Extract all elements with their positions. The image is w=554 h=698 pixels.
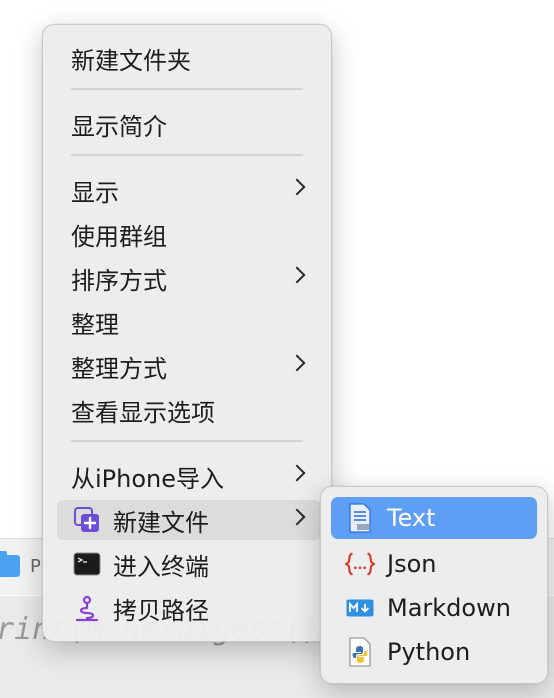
path-icon [71,592,103,624]
menu-separator [71,88,303,90]
submenu-item-text[interactable]: Text [331,497,537,539]
menu-item-sort-by[interactable]: 排序方式 [57,258,321,298]
chevron-right-icon [288,464,306,482]
folder-icon [0,551,20,577]
menu-item-label: 使用群组 [71,222,167,251]
submenu-item-markdown[interactable]: Markdown [331,587,537,629]
menu-separator [71,440,303,442]
menu-item-label: 查看显示选项 [71,398,215,427]
chevron-right-icon [288,178,306,196]
menu-item-open-terminal[interactable]: 进入终端 [57,544,321,584]
menu-item-import-from-iphone[interactable]: 从iPhone导入 [57,456,321,496]
menu-item-view-options[interactable]: 查看显示选项 [57,390,321,430]
submenu-item-label: Python [387,638,471,666]
menu-item-label: 进入终端 [113,552,209,581]
text-file-icon [345,502,375,534]
terminal-icon [71,548,103,580]
path-bar-label: P [30,556,41,577]
menu-item-label: 整理 [71,310,119,339]
json-braces-icon [345,548,375,580]
new-file-icon [71,504,103,536]
submenu-item-json[interactable]: Json [331,543,537,585]
menu-item-label: 新建文件 [113,508,209,537]
menu-item-clean-up[interactable]: 整理 [57,302,321,342]
chevron-right-icon [288,354,306,372]
chevron-right-icon [288,508,306,526]
menu-item-get-info[interactable]: 显示简介 [57,104,321,144]
submenu-item-label: Markdown [387,594,511,622]
menu-item-label: 新建文件夹 [71,46,191,75]
menu-item-new-file[interactable]: 新建文件 [57,500,321,540]
menu-item-label: 显示 [71,178,119,207]
menu-item-clean-up-by[interactable]: 整理方式 [57,346,321,386]
submenu-item-label: Text [387,504,436,532]
menu-item-label: 显示简介 [71,112,167,141]
new-file-submenu: Text Json Markdown Python [320,486,548,684]
python-file-icon [345,636,375,668]
markdown-icon [345,592,375,624]
submenu-item-label: Json [387,550,437,578]
menu-item-new-folder[interactable]: 新建文件夹 [57,38,321,78]
menu-item-label: 拷贝路径 [113,596,209,625]
menu-item-label: 排序方式 [71,266,167,295]
submenu-item-python[interactable]: Python [331,631,537,673]
menu-item-label: 整理方式 [71,354,167,383]
menu-item-label: 从iPhone导入 [71,464,225,493]
menu-separator [71,154,303,156]
chevron-right-icon [288,266,306,284]
menu-item-use-groups[interactable]: 使用群组 [57,214,321,254]
menu-item-show[interactable]: 显示 [57,170,321,210]
menu-item-copy-path[interactable]: 拷贝路径 [57,588,321,628]
context-menu: 新建文件夹 显示简介 显示 使用群组 排序方式 整理 整理方式 查看显示选项 从… [42,24,332,642]
